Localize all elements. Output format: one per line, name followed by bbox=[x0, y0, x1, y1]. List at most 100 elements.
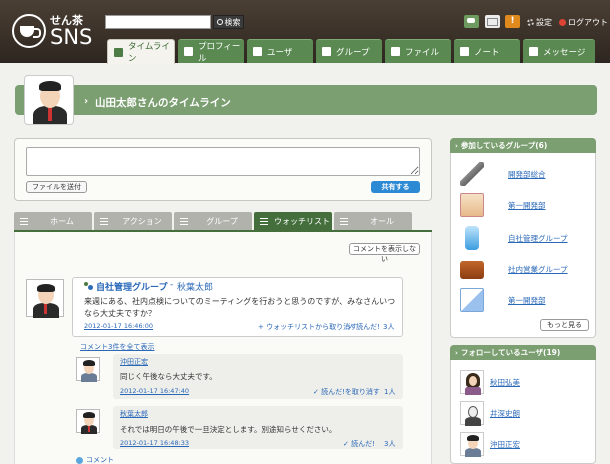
logout-label: ログアウト bbox=[568, 18, 608, 27]
search-input[interactable] bbox=[105, 15, 211, 29]
following-panel-title: フォローしているユーザ(19) bbox=[460, 348, 561, 357]
profile-avatar[interactable] bbox=[24, 75, 74, 125]
user-list-item[interactable]: 井深史朗 bbox=[460, 401, 580, 427]
list-icon bbox=[100, 218, 108, 225]
user-link[interactable]: 秋田弘美 bbox=[490, 377, 520, 388]
subtab-label: オール bbox=[370, 217, 394, 226]
user-avatar bbox=[460, 370, 485, 395]
tab-users[interactable]: ユーザ bbox=[247, 39, 313, 63]
post-group-link[interactable]: 自社管理グループ bbox=[96, 280, 167, 293]
tab-groups[interactable]: グループ bbox=[316, 39, 382, 63]
settings-link[interactable]: 設定 bbox=[527, 17, 552, 28]
businessman-icon bbox=[27, 280, 65, 318]
list-icon bbox=[340, 218, 348, 225]
unwatch-label: ウォッチリストから取り消す bbox=[266, 323, 358, 331]
user-link[interactable]: 井深史朗 bbox=[490, 408, 520, 419]
tab-profile[interactable]: プロフィール bbox=[178, 39, 244, 64]
person-icon bbox=[77, 358, 101, 382]
logo-bottom-text: SNS bbox=[50, 25, 93, 49]
subtab-watchlist[interactable]: ウォッチリスト bbox=[254, 212, 332, 231]
tab-timeline[interactable]: タイムライン bbox=[107, 39, 175, 64]
unwatch-link[interactable]: + ウォッチリストから取り消す bbox=[258, 322, 357, 332]
groups-panel-title: 参加しているグループ(6) bbox=[460, 141, 548, 150]
user-link[interactable]: 沖田正宏 bbox=[490, 439, 520, 450]
file-icon bbox=[391, 47, 400, 56]
subtab-group[interactable]: グループ bbox=[174, 212, 252, 231]
subtab-label: ウォッチリスト bbox=[274, 217, 330, 226]
comment-avatar[interactable] bbox=[76, 409, 100, 434]
person-icon bbox=[461, 402, 485, 426]
following-panel-header: › フォローしているユーザ(19) bbox=[450, 345, 596, 360]
feed-tabs: ホーム アクション グループ ウォッチリスト オール bbox=[14, 212, 432, 231]
user-avatar bbox=[460, 432, 484, 457]
comment-link[interactable]: コメント bbox=[76, 455, 114, 464]
mail-icon[interactable] bbox=[485, 15, 500, 28]
gear-icon bbox=[527, 19, 534, 26]
read-count[interactable]: 3人 bbox=[384, 439, 395, 449]
read-link[interactable]: ✓ 読んだ! bbox=[343, 439, 375, 449]
app-logo[interactable]: せん茶 SNS bbox=[12, 10, 92, 54]
user-list-item[interactable]: 秋田弘美 bbox=[460, 370, 580, 396]
alert-icon[interactable]: ! bbox=[505, 15, 520, 28]
user-list-item[interactable]: 沖田正宏 bbox=[460, 432, 580, 458]
group-list-item[interactable]: 第一開発部 bbox=[460, 193, 580, 219]
search-icon bbox=[216, 19, 223, 25]
comment-text: 同じく午後なら大丈夫です。 bbox=[120, 372, 217, 381]
read-count[interactable]: 1人 bbox=[384, 387, 395, 397]
subtab-action[interactable]: アクション bbox=[94, 212, 172, 231]
group-list-item[interactable]: 社内営業グループ bbox=[460, 257, 580, 283]
comment-icon bbox=[76, 456, 83, 464]
read-label: 読んだ!を取り消す bbox=[321, 388, 380, 396]
tab-notes[interactable]: ノート bbox=[454, 39, 520, 63]
teacup-icon bbox=[12, 14, 46, 48]
read-label: 読んだ! bbox=[351, 440, 375, 448]
tab-messages[interactable]: メッセージ bbox=[523, 39, 595, 63]
hide-comments-button[interactable]: コメントを表示しない bbox=[349, 243, 420, 263]
group-link[interactable]: 開発部総合 bbox=[508, 169, 546, 180]
tab-label: グループ bbox=[336, 47, 370, 58]
group-list-item[interactable]: 第一開発部 bbox=[460, 288, 580, 314]
post-timestamp[interactable]: 2012-01-17 16:46:00 bbox=[84, 322, 153, 330]
comment-text: それでは明日の午後で一旦決定とします。別途知らせください。 bbox=[120, 425, 337, 434]
message-icon bbox=[529, 47, 538, 56]
woman-icon bbox=[461, 371, 485, 395]
group-list-item[interactable]: 自社管理グループ bbox=[460, 226, 580, 252]
unread-link[interactable]: ✓ 読んだ!を取り消す bbox=[313, 387, 380, 397]
note-icon bbox=[460, 47, 469, 56]
comment-timestamp[interactable]: 2012-01-17 16:47:40 bbox=[120, 387, 189, 395]
tab-files[interactable]: ファイル bbox=[385, 39, 451, 63]
search-button-label: 検索 bbox=[224, 17, 241, 27]
tab-label: ファイル bbox=[405, 47, 440, 58]
read-link[interactable]: ✓ 読んだ! bbox=[348, 322, 380, 332]
subtab-label: グループ bbox=[206, 217, 238, 226]
group-link[interactable]: 第一開発部 bbox=[508, 200, 546, 211]
chevron-right-icon: › bbox=[455, 141, 458, 150]
chart-icon bbox=[460, 193, 484, 217]
post-textarea[interactable] bbox=[26, 147, 420, 176]
post-author-link[interactable]: 秋葉太郎 bbox=[177, 280, 213, 293]
search-button[interactable]: 検索 bbox=[213, 15, 244, 29]
chevron-right-icon: › bbox=[84, 96, 89, 107]
tab-label: ユーザ bbox=[267, 47, 293, 58]
subtab-home[interactable]: ホーム bbox=[14, 212, 92, 231]
group-link[interactable]: 第一開発部 bbox=[508, 295, 546, 306]
more-button[interactable]: もっと見る bbox=[540, 319, 589, 331]
comment-author-link[interactable]: 沖田正宏 bbox=[120, 357, 148, 367]
subtab-all[interactable]: オール bbox=[334, 212, 412, 231]
post-avatar[interactable] bbox=[26, 279, 65, 318]
comment-avatar[interactable] bbox=[76, 357, 101, 382]
show-all-comments-link[interactable]: コメント3件を全て表示 bbox=[80, 342, 154, 352]
group-list-item[interactable]: 開発部総合 bbox=[460, 162, 580, 188]
chat-icon[interactable] bbox=[464, 15, 479, 28]
group-link[interactable]: 社内営業グループ bbox=[508, 264, 568, 275]
tab-label: タイムライン bbox=[128, 42, 170, 64]
read-count[interactable]: 3人 bbox=[383, 322, 394, 332]
logout-link[interactable]: ログアウト bbox=[559, 17, 608, 28]
group-link[interactable]: 自社管理グループ bbox=[508, 233, 568, 244]
share-button[interactable]: 共有する bbox=[371, 181, 420, 193]
comment-timestamp[interactable]: 2012-01-17 16:48:33 bbox=[120, 439, 189, 447]
user-icon bbox=[253, 47, 262, 56]
group-icon bbox=[322, 47, 331, 56]
comment-author-link[interactable]: 秋葉太郎 bbox=[120, 409, 148, 419]
attach-file-button[interactable]: ファイルを送付 bbox=[26, 181, 87, 193]
